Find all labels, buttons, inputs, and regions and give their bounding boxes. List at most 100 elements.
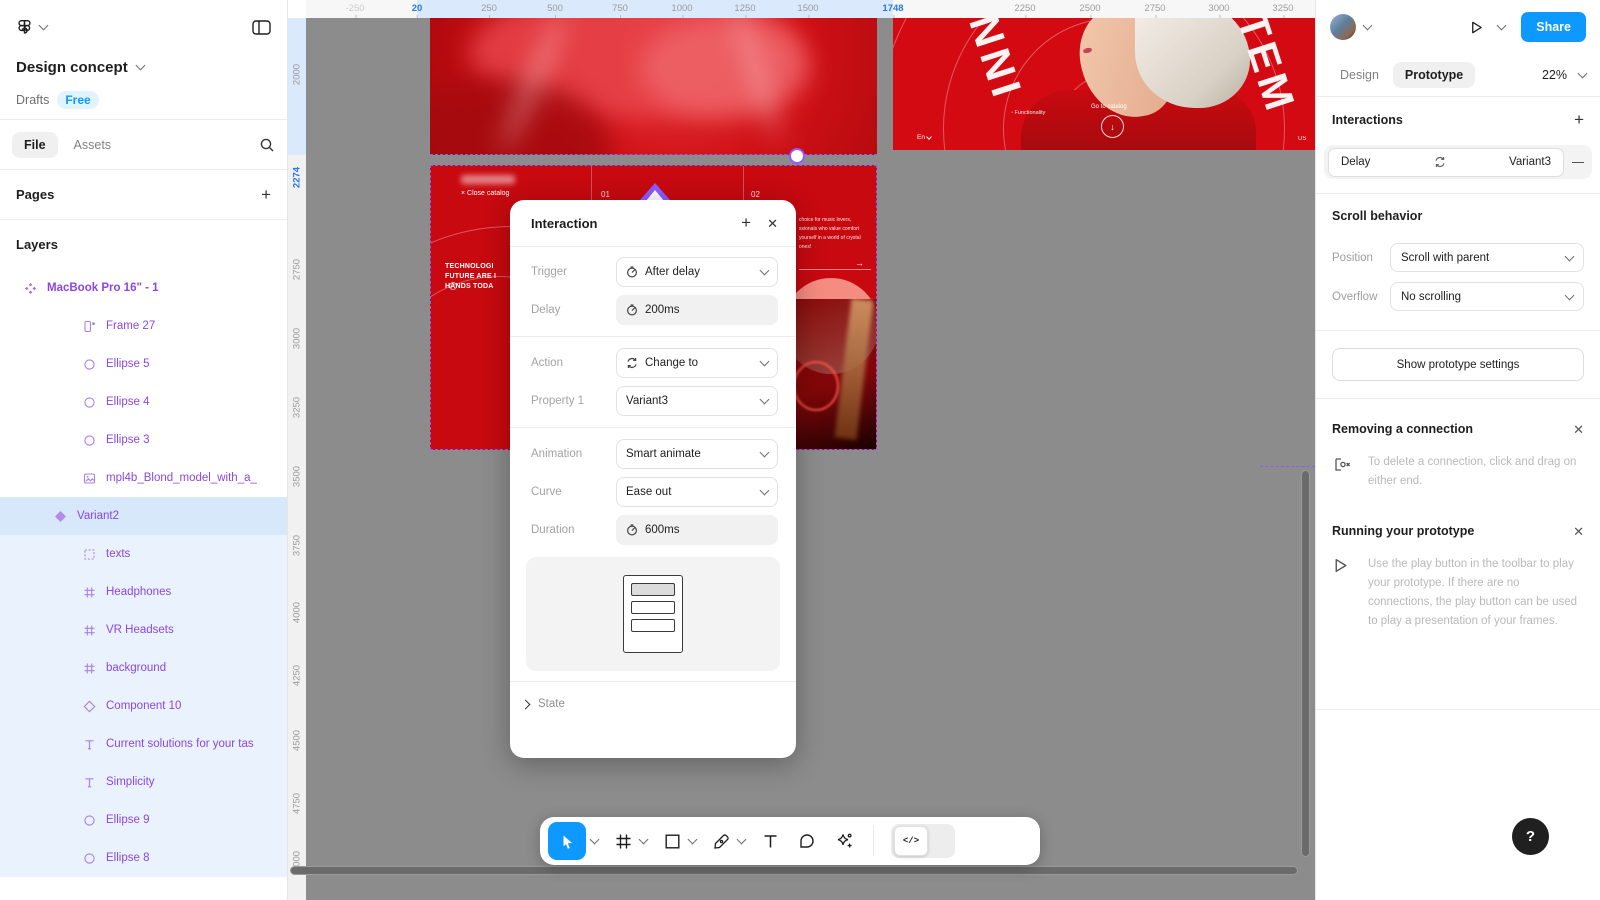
help-button[interactable]: ? xyxy=(1512,818,1549,855)
trigger-value: After delay xyxy=(645,266,700,278)
layer-row-ellipse4[interactable]: Ellipse 4 xyxy=(0,383,287,421)
shape-tool-chevron-icon[interactable] xyxy=(688,835,698,845)
search-icon[interactable] xyxy=(259,137,275,153)
present-chevron-icon[interactable] xyxy=(1497,21,1507,31)
animation-row: Animation Smart animate xyxy=(510,435,796,473)
dev-mode-toggle[interactable]: </> xyxy=(891,824,955,858)
horizontal-scrollbar[interactable] xyxy=(290,866,1298,875)
tab-prototype[interactable]: Prototype xyxy=(1393,62,1475,88)
layer-row-texts[interactable]: texts xyxy=(0,535,287,573)
remove-interaction-icon[interactable] xyxy=(1572,162,1584,163)
layer-row-background[interactable]: background xyxy=(0,649,287,687)
ruler-label: 1500 xyxy=(797,0,818,18)
dismiss-tip-icon[interactable]: ✕ xyxy=(1573,423,1584,436)
drafts-label[interactable]: Drafts xyxy=(16,93,49,107)
layer-row-ellipse5[interactable]: Ellipse 5 xyxy=(0,345,287,383)
pen-icon xyxy=(713,833,730,850)
interaction-summary-pill[interactable]: Delay Variant3 xyxy=(1328,148,1564,177)
go-to-catalog-label[interactable]: Go to catalog xyxy=(1091,104,1127,110)
overflow-dropdown[interactable]: No scrolling xyxy=(1390,282,1584,311)
pen-tool-button[interactable] xyxy=(709,829,733,853)
group-dashed-icon xyxy=(83,548,96,561)
show-prototype-settings-button[interactable]: Show prototype settings xyxy=(1332,348,1584,381)
tab-file[interactable]: File xyxy=(12,132,58,158)
canvas[interactable]: × Close catalog 01 02 TECHNOLOGIFUTURE A… xyxy=(288,0,1315,900)
chevron-down-icon xyxy=(760,486,770,496)
frame-tool-button[interactable] xyxy=(611,829,635,853)
avatar-chevron-icon[interactable] xyxy=(1363,21,1373,31)
layer-row-current-solutions[interactable]: Current solutions for your tas xyxy=(0,725,287,763)
state-section-toggle[interactable]: State xyxy=(510,682,796,726)
layer-row-ellipse9[interactable]: Ellipse 9 xyxy=(0,801,287,839)
property-dropdown[interactable]: Variant3 xyxy=(616,386,778,416)
layer-name: Ellipse 3 xyxy=(106,434,149,446)
toggle-panel-icon[interactable] xyxy=(252,20,271,35)
close-dialog-icon[interactable]: ✕ xyxy=(767,217,778,230)
file-title-row[interactable]: Design concept xyxy=(0,54,287,80)
frame-tool-chevron-icon[interactable] xyxy=(639,835,649,845)
actions-tool-button[interactable] xyxy=(832,829,856,853)
down-arrow-button[interactable]: ↓ xyxy=(1101,115,1124,138)
layer-row-simplicity[interactable]: Simplicity xyxy=(0,763,287,801)
interaction-item[interactable]: Delay Variant3 xyxy=(1324,145,1592,179)
ruler-label: 500 xyxy=(547,0,563,18)
layer-row-ellipse8[interactable]: Ellipse 8 xyxy=(0,839,287,877)
layer-name: texts xyxy=(106,548,130,560)
layer-name: Ellipse 4 xyxy=(106,396,149,408)
zoom-chevron-icon[interactable] xyxy=(1578,69,1588,79)
duration-input[interactable]: 600ms xyxy=(616,515,778,545)
add-page-button[interactable]: + xyxy=(261,185,271,205)
main-menu-chevron-icon[interactable] xyxy=(39,21,49,31)
shape-tool-button[interactable] xyxy=(660,829,684,853)
text-tool-button[interactable] xyxy=(758,829,782,853)
language-selector[interactable]: En xyxy=(917,134,931,141)
layer-row-variant2[interactable]: Variant2 xyxy=(0,497,287,535)
layer-row-component10[interactable]: Component 10 xyxy=(0,687,287,725)
user-avatar[interactable] xyxy=(1330,14,1356,40)
ruler-label: 3000 xyxy=(1208,0,1229,18)
canvas-frame-blurred-hero[interactable] xyxy=(430,18,877,155)
figma-logo-icon[interactable] xyxy=(16,19,33,36)
layer-row-headphones[interactable]: Headphones xyxy=(0,573,287,611)
arrow-right-icon[interactable]: → xyxy=(855,258,864,268)
position-dropdown[interactable]: Scroll with parent xyxy=(1390,243,1584,272)
add-interaction-button[interactable]: + xyxy=(741,213,751,233)
vertical-scrollbar[interactable] xyxy=(1301,470,1310,857)
curve-dropdown[interactable]: Ease out xyxy=(616,477,778,507)
dismiss-tip-icon[interactable]: ✕ xyxy=(1573,525,1584,538)
file-title-chevron-icon[interactable] xyxy=(135,61,145,71)
swap-icon xyxy=(626,357,638,369)
trigger-dropdown[interactable]: After delay xyxy=(616,257,778,287)
chevron-down-icon xyxy=(1565,290,1575,300)
layer-row-macbook[interactable]: MacBook Pro 16" - 1 xyxy=(0,269,287,307)
layer-name: Ellipse 5 xyxy=(106,358,149,370)
present-play-button[interactable] xyxy=(1469,20,1484,35)
add-interaction-button[interactable]: + xyxy=(1574,110,1584,130)
layer-row-frame27[interactable]: Frame 27 xyxy=(0,307,287,345)
move-tool-button[interactable] xyxy=(548,822,586,860)
file-title: Design concept xyxy=(16,59,128,76)
canvas-frame-hero[interactable]: INNI STEM ◦ Functionality Go to catalog … xyxy=(893,18,1315,150)
layer-row-ellipse3[interactable]: Ellipse 3 xyxy=(0,421,287,459)
remove-connection-icon xyxy=(1332,453,1358,491)
pen-tool-chevron-icon[interactable] xyxy=(737,835,747,845)
prototype-connection-handle[interactable] xyxy=(789,148,805,164)
tab-assets[interactable]: Assets xyxy=(64,132,122,158)
tab-design[interactable]: Design xyxy=(1330,62,1389,88)
share-button[interactable]: Share xyxy=(1521,12,1586,42)
preview-bar xyxy=(631,619,675,632)
move-tool-chevron-icon[interactable] xyxy=(590,835,600,845)
comment-tool-button[interactable] xyxy=(795,829,819,853)
delay-icon xyxy=(626,304,638,316)
zoom-level[interactable]: 22% xyxy=(1542,68,1567,82)
layers-section-header: Layers xyxy=(0,220,287,269)
tip-body-text: Use the play button in the toolbar to pl… xyxy=(1368,555,1584,631)
layer-row-vr-headsets[interactable]: VR Headsets xyxy=(0,611,287,649)
close-catalog-label[interactable]: × Close catalog xyxy=(461,190,509,197)
plan-badge[interactable]: Free xyxy=(57,91,98,109)
layer-row-image[interactable]: mpl4b_Blond_model_with_a_ xyxy=(0,459,287,497)
delay-input[interactable]: 200ms xyxy=(616,295,778,325)
action-dropdown[interactable]: Change to xyxy=(616,348,778,378)
cursor-icon xyxy=(559,833,576,850)
animation-dropdown[interactable]: Smart animate xyxy=(616,439,778,469)
